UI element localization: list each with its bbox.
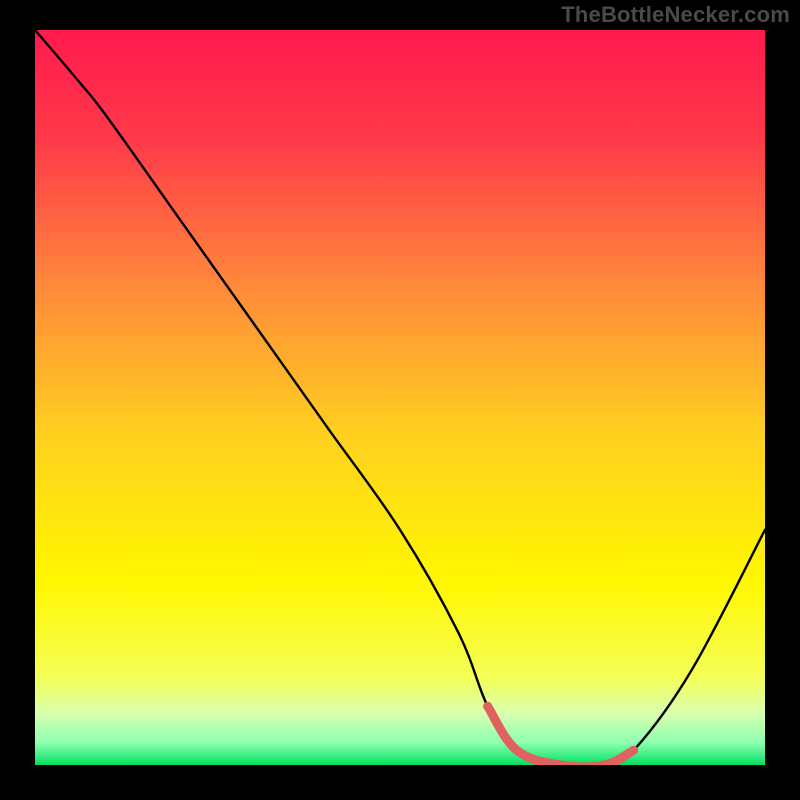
curve-layer	[35, 30, 765, 765]
sweet-spot-highlight	[488, 706, 634, 765]
watermark-text: TheBottleNecker.com	[561, 2, 790, 28]
bottleneck-curve	[35, 30, 765, 765]
chart-canvas: TheBottleNecker.com	[0, 0, 800, 800]
plot-area	[35, 30, 765, 765]
